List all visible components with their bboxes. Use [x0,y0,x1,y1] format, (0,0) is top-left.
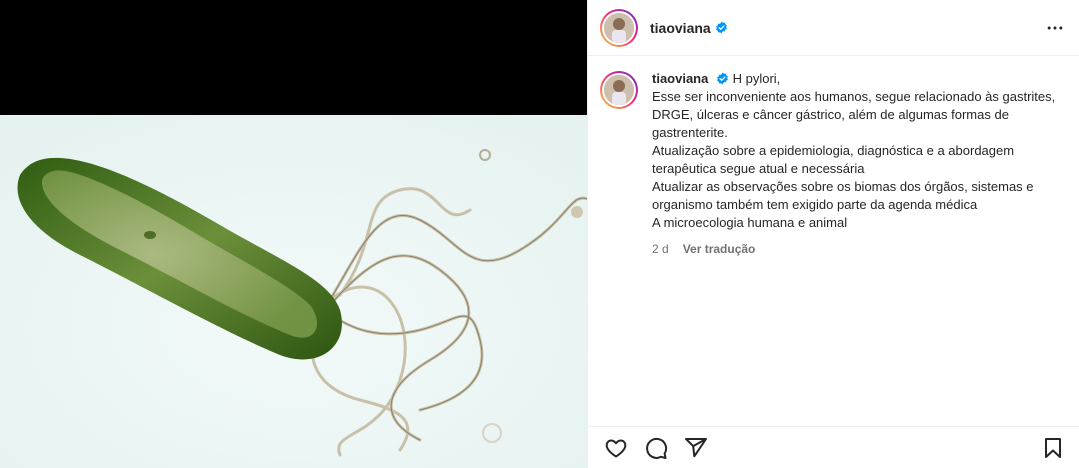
post-side-panel: tiaoviana tiaoviana H pylori, Esse ser i… [587,0,1079,468]
caption-line: Esse ser inconveniente aos humanos, segu… [652,89,1056,140]
bookmark-icon[interactable] [1041,436,1065,460]
caption-line: Atualização sobre a epidemiologia, diagn… [652,143,1015,176]
caption-line: Atualizar as observações sobre os biomas… [652,179,1034,212]
comment-icon[interactable] [644,436,668,460]
avatar-image [604,75,634,105]
caption-line: H pylori, [732,71,781,86]
avatar[interactable] [600,8,638,47]
caption-meta: 2 d Ver tradução [652,240,1062,258]
verified-badge-icon [716,72,729,85]
caption-text: tiaoviana H pylori, Esse ser inconvenien… [652,70,1062,258]
heart-icon[interactable] [604,436,628,460]
caption-username[interactable]: tiaoviana [652,71,708,86]
post-header: tiaoviana [588,0,1079,56]
avatar-image [604,12,634,43]
caption-line: A microecologia humana e animal [652,215,848,230]
verified-badge-icon [715,21,728,34]
caption-avatar[interactable] [600,71,638,109]
more-options-icon[interactable] [1043,16,1067,40]
post-container: tiaoviana tiaoviana H pylori, Esse ser i… [0,0,1079,468]
post-media[interactable] [0,0,587,468]
action-bar [588,426,1079,468]
caption-first-line: tiaoviana H pylori, [652,71,780,86]
translate-link[interactable]: Ver tradução [683,240,756,258]
header-username[interactable]: tiaoviana [650,20,711,36]
share-icon[interactable] [684,436,708,460]
caption: tiaoviana H pylori, Esse ser inconvenien… [600,70,1070,258]
bacteria-micrograph-image [0,0,587,468]
post-time[interactable]: 2 d [652,240,669,258]
